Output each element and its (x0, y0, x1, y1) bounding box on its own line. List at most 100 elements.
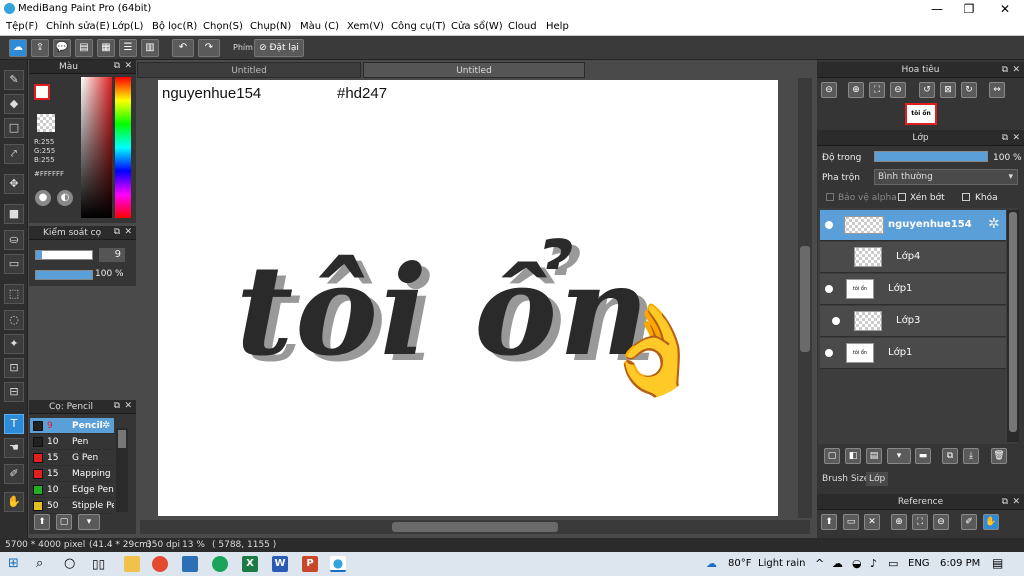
zoom-minus-icon[interactable]: ⊖ (890, 82, 906, 98)
reference-zoom-out-icon[interactable]: ⊖ (933, 514, 949, 530)
fill-rect-tool-icon[interactable]: ■ (4, 204, 24, 224)
battery-icon[interactable]: ▭ (888, 557, 898, 570)
monitor-icon[interactable] (182, 556, 198, 572)
brush-list-scrollbar[interactable] (116, 428, 128, 512)
maximize-icon[interactable]: ❐ (952, 0, 986, 18)
duplicate-layer-icon[interactable]: ⧉ (942, 448, 958, 464)
layer-row-lop4[interactable]: Lớp4 (820, 242, 1006, 273)
hue-slider[interactable] (115, 77, 131, 218)
scrollbar-thumb[interactable] (118, 430, 126, 448)
zoom-out-icon[interactable]: ⊖ (821, 82, 837, 98)
eye-icon[interactable] (825, 349, 833, 357)
cloud-tray-icon[interactable]: ☁ (832, 557, 843, 570)
zoom-in-icon[interactable]: ⊕ (848, 82, 864, 98)
horizontal-scrollbar[interactable] (140, 520, 810, 534)
menu-window[interactable]: Cửa sổ(W) (451, 21, 503, 32)
new-8bit-layer-icon[interactable]: ▤ (866, 448, 882, 464)
eyedropper-tool-icon[interactable]: ✐ (4, 464, 24, 484)
panel-close-icon[interactable]: ✕ (124, 227, 132, 237)
app-red-icon[interactable] (152, 556, 168, 572)
navigator-thumbnail[interactable]: tôi ổn (905, 103, 937, 125)
reference-fit-icon[interactable]: ⛶ (912, 514, 928, 530)
list-icon[interactable]: ☰ (119, 39, 137, 57)
lasso-tool-icon[interactable]: ◌ (4, 310, 24, 330)
new-halftone-layer-icon[interactable]: ◧ (845, 448, 861, 464)
panel-close-icon[interactable]: ✕ (1012, 494, 1020, 510)
layout-icon[interactable]: ▥ (141, 39, 159, 57)
edge-browser-icon[interactable] (212, 556, 228, 572)
reset-view-icon[interactable]: ⊠ (940, 82, 956, 98)
undock-icon[interactable]: ⧉ (1002, 62, 1008, 78)
menu-select[interactable]: Chọn(S) (203, 21, 243, 32)
brush-tool-icon[interactable]: ✎ (4, 70, 24, 90)
select-pen-tool-icon[interactable]: ⊡ (4, 358, 24, 378)
palette-add-icon[interactable]: ◐ (57, 190, 73, 206)
reference-close-icon[interactable]: ✕ (864, 514, 880, 530)
undock-icon[interactable]: ⧉ (1002, 130, 1008, 146)
layer-row-lop1[interactable]: tôi ổn Lớp1 (820, 274, 1006, 305)
panel-close-icon[interactable]: ✕ (1012, 62, 1020, 78)
brush-size-value[interactable]: 9 (99, 248, 125, 262)
flip-icon[interactable]: ⇔ (989, 82, 1005, 98)
tab-brush-size[interactable]: Brush Size (822, 474, 869, 484)
new-layer-icon[interactable]: ▢ (824, 448, 840, 464)
close-icon[interactable]: ✕ (988, 0, 1022, 18)
excel-icon[interactable]: X (242, 556, 258, 572)
protect-alpha-checkbox[interactable] (826, 193, 834, 201)
rotate-right-icon[interactable]: ↻ (961, 82, 977, 98)
menu-filter[interactable]: Bộ lọc(R) (152, 21, 197, 32)
foreground-color-swatch[interactable] (34, 84, 50, 100)
new-brush-icon[interactable]: ▢ (56, 514, 72, 530)
brush-opacity-slider[interactable] (35, 270, 93, 280)
panel-close-icon[interactable]: ✕ (1012, 130, 1020, 146)
undock-icon[interactable]: ⧉ (114, 227, 120, 237)
windows-start-icon[interactable]: ⊞ (8, 556, 24, 572)
reference-hand-icon[interactable]: ✋ (983, 514, 999, 530)
reference-upload-icon[interactable]: ⬆ (821, 514, 837, 530)
layer-row-lop1-b[interactable]: tôi ổn Lớp1 (820, 338, 1006, 369)
cortana-icon[interactable]: ○ (64, 556, 80, 572)
curve-tool-icon[interactable]: ⤤ (4, 144, 24, 164)
undo-icon[interactable]: ↶ (172, 39, 194, 57)
bucket-tool-icon[interactable]: ⛀ (4, 230, 24, 250)
brush-item-g-pen[interactable]: 15 G Pen (30, 450, 114, 466)
eye-icon[interactable] (832, 317, 840, 325)
clock[interactable]: 6:09 PM (940, 558, 980, 569)
layer-row-nguyenhue154[interactable]: nguyenhue154 ✲ (820, 210, 1006, 241)
brush-menu-icon[interactable]: ▾ (78, 514, 100, 530)
menu-layer[interactable]: Lớp(L) (112, 21, 143, 32)
saturation-box[interactable] (81, 77, 112, 218)
select-eraser-tool-icon[interactable]: ⊟ (4, 382, 24, 402)
menu-edit[interactable]: Chỉnh sửa(E) (46, 21, 110, 32)
text-tool-icon[interactable]: T (4, 414, 24, 434)
network-icon[interactable]: ◒ (852, 557, 862, 570)
rectangle-tool-icon[interactable]: □ (4, 118, 24, 138)
eraser-tool-icon[interactable]: ◆ (4, 94, 24, 114)
layer-add-menu-icon[interactable]: ▾ (887, 448, 911, 464)
redo-icon[interactable]: ↷ (198, 39, 220, 57)
hand-tool-icon[interactable]: ✋ (4, 492, 24, 512)
operation-tool-icon[interactable]: ☚ (4, 438, 24, 458)
rotate-left-icon[interactable]: ↺ (919, 82, 935, 98)
palette-icon[interactable]: ● (35, 190, 51, 206)
clipping-checkbox[interactable] (898, 193, 906, 201)
brush-item-stipple-pen[interactable]: 50 Stipple Pen (30, 498, 114, 514)
magic-wand-tool-icon[interactable]: ✦ (4, 334, 24, 354)
undock-icon[interactable]: ⧉ (114, 61, 120, 71)
fit-icon[interactable]: ⛶ (869, 82, 885, 98)
volume-icon[interactable]: ♪ (870, 557, 877, 570)
panel-close-icon[interactable]: ✕ (124, 401, 132, 411)
brush-item-pen[interactable]: 10 Pen (30, 434, 114, 450)
add-brush-icon[interactable]: ⬆ (34, 514, 50, 530)
language-indicator[interactable]: ENG (908, 558, 930, 569)
comment-icon[interactable]: 💬 (53, 39, 71, 57)
layer-opacity-slider[interactable] (874, 151, 988, 162)
delete-layer-icon[interactable]: 🗑 (991, 448, 1007, 464)
gradient-tool-icon[interactable]: ▭ (4, 254, 24, 274)
upload-icon[interactable]: ⇪ (31, 39, 49, 57)
blend-mode-select[interactable]: Bình thường ▾ (874, 169, 1018, 185)
tab-layer[interactable]: Lớp (866, 472, 889, 486)
scrollbar-thumb[interactable] (392, 522, 558, 532)
scrollbar-thumb[interactable] (800, 246, 810, 352)
medibang-taskbar-icon[interactable]: ● (330, 556, 346, 572)
